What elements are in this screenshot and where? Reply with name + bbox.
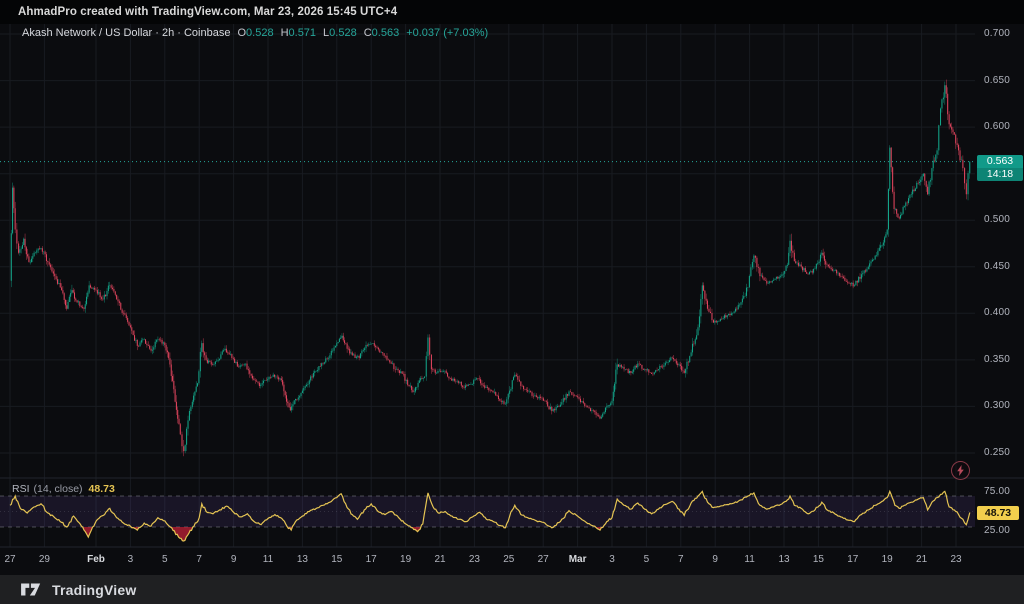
lightning-bolt-icon <box>956 465 965 476</box>
low-value: 0.528 <box>329 27 357 39</box>
close-value: 0.563 <box>372 27 400 39</box>
footer-bar: TradingView <box>0 575 1024 604</box>
time-tick-label: 19 <box>882 554 893 565</box>
bar-countdown: 14:18 <box>977 168 1023 181</box>
tradingview-wordmark: TradingView <box>52 582 136 598</box>
attribution-text: AhmadPro created with TradingView.com, M… <box>18 6 397 18</box>
attribution-bar: AhmadPro created with TradingView.com, M… <box>0 0 1024 24</box>
time-tick-label: 5 <box>162 554 168 565</box>
last-price-value: 0.563 <box>977 155 1023 168</box>
time-tick-label: 27 <box>538 554 549 565</box>
time-tick-label: 25 <box>503 554 514 565</box>
time-tick-label: 15 <box>331 554 342 565</box>
time-tick-label: 9 <box>712 554 718 565</box>
open-value: 0.528 <box>246 27 274 39</box>
time-tick-label: 15 <box>813 554 824 565</box>
time-axis[interactable]: 27 29 Feb 3 5 7 9 11 13 15 17 19 21 23 25 27 Mar 3 5 7 9 11 13… <box>0 0 1024 575</box>
time-tick-label: 23 <box>950 554 961 565</box>
time-tick-month-label: Mar <box>569 554 587 565</box>
symbol-legend[interactable]: Akash Network / US Dollar · 2h · Coinbas… <box>22 27 488 39</box>
open-label: O <box>237 27 246 39</box>
time-tick-month-label: Feb <box>87 554 105 565</box>
symbol-title[interactable]: Akash Network / US Dollar · 2h · Coinbas… <box>22 27 230 39</box>
time-tick-label: 3 <box>128 554 134 565</box>
last-price-badge: 0.563 14:18 <box>977 155 1023 181</box>
time-tick-label: 7 <box>196 554 202 565</box>
time-tick-label: 29 <box>39 554 50 565</box>
time-tick-label: 13 <box>778 554 789 565</box>
rsi-params: (14, close) <box>34 483 83 495</box>
time-tick-label: 13 <box>297 554 308 565</box>
time-tick-label: 17 <box>366 554 377 565</box>
change-value: +0.037 (+7.03%) <box>406 27 488 39</box>
high-label: H <box>281 27 289 39</box>
time-tick-label: 23 <box>469 554 480 565</box>
flash-boost-button[interactable] <box>951 461 970 480</box>
tradingview-chart-screenshot: AhmadPro created with TradingView.com, M… <box>0 0 1024 604</box>
time-tick-label: 21 <box>916 554 927 565</box>
time-tick-label: 21 <box>434 554 445 565</box>
tradingview-logo-icon <box>20 582 44 597</box>
time-tick-label: 5 <box>644 554 650 565</box>
time-tick-label: 11 <box>744 554 754 565</box>
high-value: 0.571 <box>289 27 317 39</box>
rsi-value-badge: 48.73 <box>977 506 1019 520</box>
close-label: C <box>364 27 372 39</box>
rsi-current-value: 48.73 <box>89 483 115 495</box>
time-tick-label: 7 <box>678 554 684 565</box>
time-tick-label: 11 <box>263 554 273 565</box>
time-tick-label: 27 <box>4 554 15 565</box>
time-tick-label: 9 <box>231 554 237 565</box>
rsi-legend[interactable]: RSI (14, close) 48.73 <box>12 483 115 495</box>
time-tick-label: 17 <box>847 554 858 565</box>
time-tick-label: 3 <box>609 554 615 565</box>
tradingview-logo-link[interactable]: TradingView <box>20 582 136 598</box>
rsi-indicator-name[interactable]: RSI <box>12 483 30 495</box>
time-tick-label: 19 <box>400 554 411 565</box>
